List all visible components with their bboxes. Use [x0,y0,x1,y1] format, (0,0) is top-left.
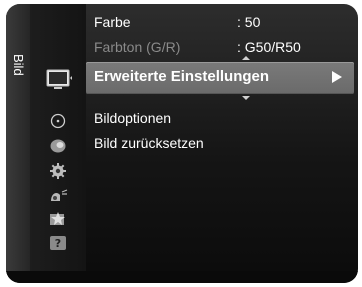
menu-item-erweiterte-einstellungen[interactable]: Erweiterte Einstellungen [86,62,354,94]
category-icon-column: ? [30,4,86,283]
category-label: Bild [11,54,26,76]
menu-item-farbe[interactable]: Farbe [94,14,131,30]
menu-item-label: Bildoptionen [94,110,172,126]
menu-item-bildoptionen[interactable]: Bildoptionen [94,110,171,126]
menu-item-farbton[interactable]: Farbton (G/R) [94,39,180,55]
settings-menu: Farbe : 50 Farbton (G/R) : G50/R50 Erwei… [86,4,358,283]
svg-text:?: ? [55,237,61,250]
tv-osd-panel: Bild ? Farbe: 50 Farbton (G/R): G50/R5… [6,4,358,283]
picture-icon[interactable] [46,68,72,90]
category-strip: Bild [6,4,30,283]
menu-item-label: Farbton (G/R) [94,39,181,55]
menu-item-label: Erweiterte Einstellungen [94,68,270,85]
footer-bar [6,271,358,283]
menu-item-value: : 50 [237,14,261,30]
setup-icon[interactable] [48,162,68,180]
input-icon[interactable] [48,186,68,204]
menu-item-value: : G50/R50 [237,39,301,55]
menu-item-label: Farbe [94,14,131,30]
menu-item-bild-zuruecksetzen[interactable]: Bild zurücksetzen [94,135,204,151]
channel-icon[interactable] [48,137,68,155]
support-icon[interactable]: ? [48,234,68,252]
submenu-arrow-icon [332,71,342,83]
scroll-down-icon[interactable] [242,96,250,100]
application-icon[interactable] [48,210,68,228]
menu-item-label: Bild zurücksetzen [94,135,204,151]
scroll-up-icon[interactable] [242,56,250,60]
sound-icon[interactable] [48,112,68,130]
